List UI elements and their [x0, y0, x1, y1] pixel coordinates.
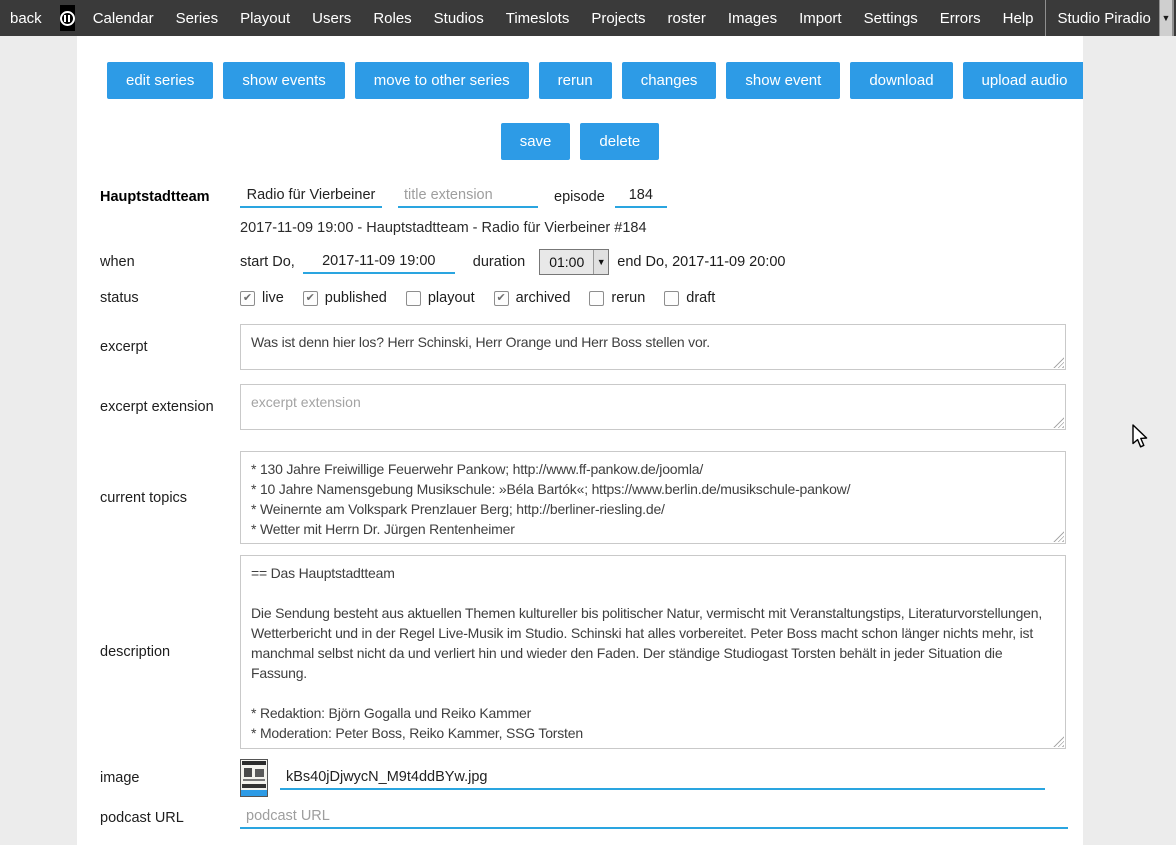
studio-select[interactable]: Studio Piradio ▼: [1045, 0, 1173, 36]
status-row: status live published playout archived: [77, 290, 1083, 306]
archived-checkbox[interactable]: [494, 291, 509, 306]
series-name-label: Hauptstadtteam: [100, 189, 240, 205]
image-row: image: [77, 759, 1083, 797]
nav-item-errors[interactable]: Errors: [929, 0, 992, 36]
nav-item-series[interactable]: Series: [165, 0, 230, 36]
status-label: status: [100, 290, 240, 306]
piradio-logo-ring: [60, 11, 75, 26]
duration-label: duration: [473, 254, 525, 270]
nav-item-settings[interactable]: Settings: [853, 0, 929, 36]
description-row: description == Das Hauptstadtteam Die Se…: [77, 555, 1083, 749]
excerpt-textarea[interactable]: Was ist denn hier los? Herr Schinski, He…: [240, 324, 1066, 370]
nav-item-playout[interactable]: Playout: [229, 0, 301, 36]
toolbar-row-2: save delete: [77, 123, 1083, 160]
podcast-url-label: podcast URL: [100, 810, 240, 826]
rerun-button[interactable]: rerun: [539, 62, 612, 99]
playout-checkbox[interactable]: [406, 291, 421, 306]
move-to-other-series-button[interactable]: move to other series: [355, 62, 529, 99]
nav-item-roster[interactable]: roster: [657, 0, 717, 36]
excerpt-extension-row: excerpt extension: [77, 384, 1083, 430]
rerun-checkbox-label: rerun: [611, 290, 645, 306]
description-textarea[interactable]: == Das Hauptstadtteam Die Sendung besteh…: [240, 555, 1066, 749]
content-panel: edit series show events move to other se…: [77, 36, 1083, 845]
delete-button[interactable]: delete: [580, 123, 659, 160]
summary-row: 2017-11-09 19:00 - Hauptstadtteam - Radi…: [77, 220, 1083, 236]
current-topics-textarea[interactable]: * 130 Jahre Freiwillige Feuerwehr Pankow…: [240, 451, 1066, 544]
rerun-checkbox[interactable]: [589, 291, 604, 306]
changes-button[interactable]: changes: [622, 62, 717, 99]
podcast-url-row: podcast URL: [77, 806, 1083, 829]
end-datetime-label: end Do, 2017-11-09 20:00: [617, 254, 785, 270]
upload-audio-button[interactable]: upload audio: [963, 62, 1083, 99]
excerpt-row: excerpt Was ist denn hier los? Herr Schi…: [77, 324, 1083, 370]
image-thumbnail-art: [241, 760, 267, 796]
image-thumbnail[interactable]: [240, 759, 268, 797]
duration-select[interactable]: 01:00 ▼: [539, 249, 609, 275]
archived-checkbox-label: archived: [516, 290, 571, 306]
nav-item-roles[interactable]: Roles: [362, 0, 422, 36]
status-option-published: published: [303, 290, 387, 306]
nav-item-timeslots[interactable]: Timeslots: [495, 0, 581, 36]
nav-item-import[interactable]: Import: [788, 0, 853, 36]
image-label: image: [100, 770, 240, 786]
status-option-playout: playout: [406, 290, 475, 306]
nav-item-help[interactable]: Help: [992, 0, 1045, 36]
save-button[interactable]: save: [501, 123, 571, 160]
duration-select-value: 01:00: [540, 250, 593, 274]
nav-item-users[interactable]: Users: [301, 0, 362, 36]
live-checkbox-label: live: [262, 290, 284, 306]
published-checkbox-label: published: [325, 290, 387, 306]
status-option-live: live: [240, 290, 284, 306]
event-summary-text: 2017-11-09 19:00 - Hauptstadtteam - Radi…: [240, 220, 647, 236]
nav-item-images[interactable]: Images: [717, 0, 788, 36]
title-row: Hauptstadtteam episode: [77, 185, 1083, 208]
piradio-logo-icon[interactable]: [60, 5, 75, 31]
status-option-rerun: rerun: [589, 290, 645, 306]
excerpt-label: excerpt: [100, 339, 240, 355]
show-events-button[interactable]: show events: [223, 62, 344, 99]
status-option-draft: draft: [664, 290, 715, 306]
toolbar-row-1: edit series show events move to other se…: [77, 62, 1083, 99]
when-label: when: [100, 254, 240, 270]
chevron-down-icon: ▼: [1159, 0, 1173, 36]
nav-item-calendar[interactable]: Calendar: [82, 0, 165, 36]
draft-checkbox-label: draft: [686, 290, 715, 306]
event-form: Hauptstadtteam episode 2017-11-09 19:00 …: [77, 185, 1083, 845]
nav-item-back[interactable]: back: [0, 0, 53, 36]
edit-series-button[interactable]: edit series: [107, 62, 213, 99]
show-event-button[interactable]: show event: [726, 62, 840, 99]
draft-checkbox[interactable]: [664, 291, 679, 306]
status-option-archived: archived: [494, 290, 571, 306]
current-topics-label: current topics: [100, 490, 240, 506]
image-filename-input[interactable]: [280, 767, 1045, 790]
episode-label: episode: [554, 189, 605, 205]
nav-item-studios[interactable]: Studios: [423, 0, 495, 36]
playout-checkbox-label: playout: [428, 290, 475, 306]
published-checkbox[interactable]: [303, 291, 318, 306]
when-row: when start Do, duration 01:00 ▼ end Do, …: [77, 249, 1083, 275]
current-topics-row: current topics * 130 Jahre Freiwillige F…: [77, 451, 1083, 544]
start-day-label: start Do,: [240, 254, 295, 270]
title-input[interactable]: [240, 185, 382, 208]
episode-input[interactable]: [615, 185, 667, 208]
title-extension-input[interactable]: [398, 185, 538, 208]
podcast-url-input[interactable]: [240, 806, 1068, 829]
nav-item-projects[interactable]: Projects: [580, 0, 656, 36]
download-button[interactable]: download: [850, 62, 952, 99]
chevron-down-icon: ▼: [593, 250, 608, 274]
mouse-cursor: [1131, 424, 1150, 455]
description-label: description: [100, 644, 240, 660]
excerpt-extension-textarea[interactable]: [240, 384, 1066, 430]
top-navbar: back Calendar Series Playout Users Roles…: [0, 0, 1176, 36]
excerpt-extension-label: excerpt extension: [100, 399, 240, 415]
start-datetime-input[interactable]: [303, 251, 455, 274]
live-checkbox[interactable]: [240, 291, 255, 306]
studio-select-value: Studio Piradio: [1046, 0, 1159, 36]
